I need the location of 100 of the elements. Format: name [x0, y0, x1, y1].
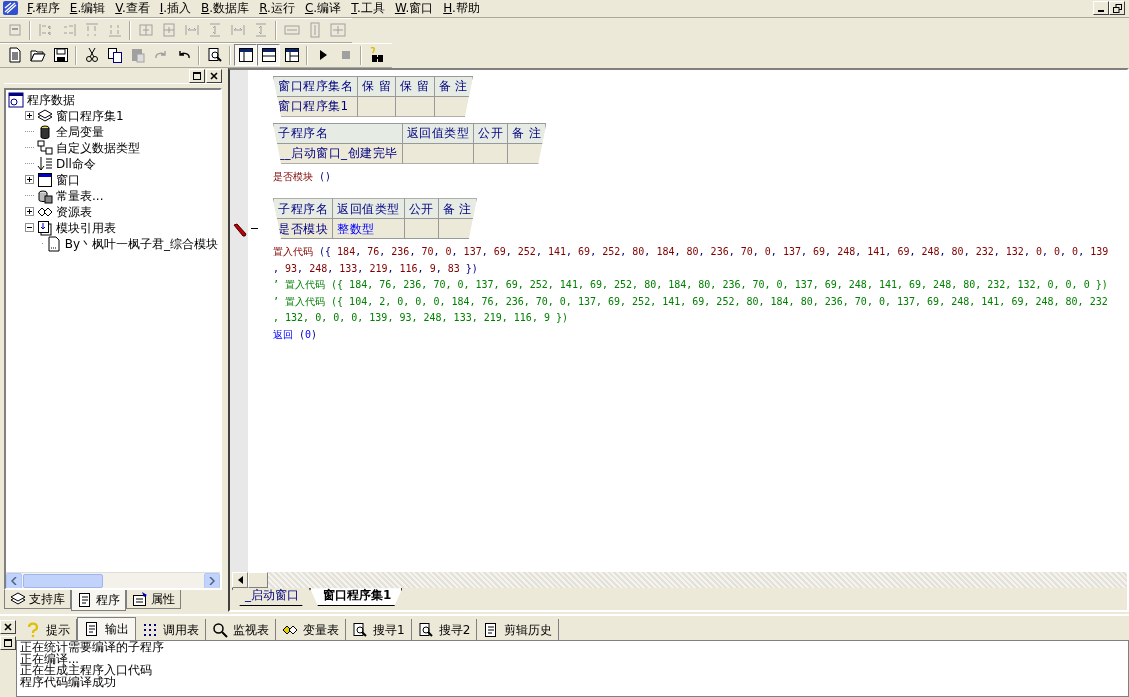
menu-item[interactable]: R.运行: [254, 1, 300, 16]
document-search-icon: [352, 621, 368, 638]
code-line: 返回 (0): [273, 327, 318, 342]
document-icon: [84, 621, 100, 638]
menu-item[interactable]: I.插入: [154, 1, 197, 16]
copy-icon: [106, 47, 123, 64]
dock-button[interactable]: [0, 636, 16, 651]
database-icon: [37, 123, 53, 140]
grid-dots-icon: [142, 621, 158, 638]
restore-icon: [193, 72, 201, 81]
scroll-left-button[interactable]: [6, 573, 22, 589]
column-header: 公开: [473, 123, 508, 144]
search-icon: [212, 621, 228, 638]
same-size-icon: [329, 22, 346, 39]
menu-item[interactable]: C.编译: [299, 1, 347, 16]
dock-button[interactable]: [189, 69, 205, 84]
tree-item[interactable]: 常量表...: [56, 188, 104, 203]
editor-tab[interactable]: 窗口程序集1: [310, 588, 403, 607]
tree-item[interactable]: 窗口程序集1: [56, 108, 124, 123]
document-icon: [77, 592, 93, 609]
column-header: 备 注: [438, 198, 477, 219]
panel-tab[interactable]: 支持库: [4, 590, 71, 610]
column-header: 保 留: [357, 76, 396, 97]
clipboard-icon: [129, 47, 146, 64]
align-bottom-icon: [106, 22, 123, 39]
panel-tab[interactable]: 输出: [77, 617, 136, 641]
tree-item[interactable]: 资源表: [56, 204, 92, 219]
center-vertical-icon: [160, 22, 177, 39]
code-line: 置入代码 ({ 184, 76, 236, 70, 0, 137, 69, 252, 141, 69, 252, 80, 184, 80, 236, 70, 0, 137, 69, 248, 141, 69, 248, 80, 232, 132, 0, 0, 0, 139: [273, 245, 1109, 259]
dash-marker: [251, 228, 258, 230]
expand-icon[interactable]: [25, 207, 34, 217]
restore-icon: [1112, 3, 1122, 13]
column-header: 保 留: [395, 76, 435, 97]
program-icon: [8, 91, 24, 108]
tree-item[interactable]: By丶枫叶一枫子君_综合模块: [64, 236, 218, 251]
document-icon: [45, 235, 62, 252]
code-line: , 93, 248, 133, 219, 116, 9, 83 }): [273, 261, 478, 276]
column-header: 返回值类型: [402, 123, 474, 144]
column-header: 备 注: [507, 123, 546, 144]
close-icon: [210, 72, 218, 81]
column-header: 子程序名: [273, 123, 402, 144]
tree-item[interactable]: Dll命令: [56, 156, 96, 171]
window-layout-icon: [260, 47, 277, 64]
close-icon: [4, 623, 12, 632]
panel-tab[interactable]: 程序: [71, 590, 126, 612]
toolbar-button[interactable]: [257, 44, 280, 67]
output-line: 程序代码编译成功: [20, 676, 116, 689]
menu-item[interactable]: H.帮助: [438, 1, 485, 16]
chevron-right-icon: [209, 577, 215, 586]
code-line: ’ 置入代码 ({ 104, 2, 0, 0, 0, 184, 76, 236, 70, 0, 137, 69, 252, 141, 69, 252, 80, 184, 80, 236, 70, 0, 137, 69, 248, 141, 69, 248, 80, 232: [273, 294, 1108, 309]
close-button[interactable]: [206, 69, 222, 84]
close-button[interactable]: [0, 620, 16, 635]
folder-icon: [29, 47, 46, 64]
tree-item[interactable]: 模块引用表: [56, 220, 116, 235]
align-left-icon: [37, 22, 54, 39]
question-mark-icon: [25, 621, 41, 638]
menu-item[interactable]: B.数据库: [196, 1, 255, 16]
menu-item[interactable]: F.程序: [22, 1, 65, 16]
panel-tab[interactable]: 属性: [126, 590, 181, 610]
tree-item[interactable]: 自定义数据类型: [56, 140, 140, 155]
window-layout-icon: [237, 47, 254, 64]
code-line: 是否模块 (): [273, 169, 332, 184]
structure-icon: [37, 139, 53, 156]
expand-icon[interactable]: [25, 175, 34, 185]
expand-icon[interactable]: [25, 111, 34, 121]
tree-item[interactable]: 窗口: [56, 172, 80, 187]
column-header: 公开: [404, 198, 438, 219]
document-import-icon: [37, 219, 53, 236]
menu-item[interactable]: E.编辑: [64, 1, 111, 16]
scroll-right-button[interactable]: [204, 573, 220, 589]
document-search-icon: [417, 621, 434, 638]
triangle-left-icon: [237, 576, 243, 585]
minimize-button[interactable]: [1093, 1, 1109, 16]
app-logo-icon: [2, 0, 20, 17]
menu-item[interactable]: V.查看: [110, 1, 155, 16]
output-line: 正在生成主程序入口代码: [20, 665, 153, 677]
stack-icon: [37, 107, 53, 124]
menu-item[interactable]: T.工具: [346, 1, 390, 16]
restore-button[interactable]: [1109, 1, 1125, 16]
align-top-icon: [83, 22, 100, 39]
menu-item[interactable]: W.窗口: [389, 1, 439, 16]
column-header: 备 注: [434, 76, 473, 97]
form-icon: [6, 22, 23, 39]
column-header: 返回值类型: [332, 198, 404, 219]
tree-item[interactable]: 程序数据: [27, 92, 75, 107]
tree-item[interactable]: 全局变量: [56, 124, 104, 139]
window-layout-icon: [283, 47, 300, 64]
toolbar-button[interactable]: [234, 44, 257, 67]
column-header: 子程序名: [273, 198, 333, 219]
properties-icon: [132, 591, 148, 608]
document-icon: [6, 47, 23, 64]
list-arrow-icon: [37, 155, 53, 172]
scrollbar-thumb[interactable]: [23, 574, 103, 589]
scissors-icon: [83, 47, 100, 64]
editor-tab[interactable]: _启动窗口: [232, 588, 310, 607]
column-header: 窗口程序集名: [273, 76, 358, 97]
collapse-icon[interactable]: [25, 223, 34, 233]
table-cell: 整数型: [332, 218, 404, 239]
code-line: ’ 置入代码 ({ 184, 76, 236, 70, 0, 137, 69, 252, 141, 69, 252, 80, 184, 80, 236, 70, 0, 137, 69, 248, 141, 69, 248, 80, 232, 132, 0, 0, 0 }): [273, 278, 1108, 292]
binoculars-icon: [368, 47, 385, 64]
